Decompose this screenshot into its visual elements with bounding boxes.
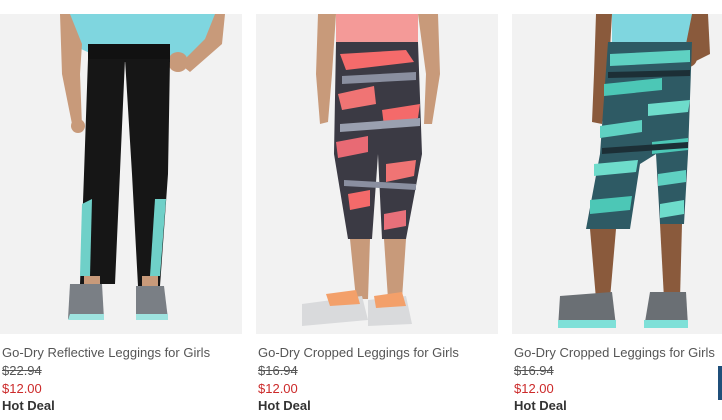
- product-title[interactable]: Go-Dry Reflective Leggings for Girls: [2, 345, 210, 360]
- product-card[interactable]: Go-Dry Cropped Leggings for Girls $16.94…: [256, 0, 498, 420]
- deal-badge: Hot Deal: [258, 398, 311, 413]
- product-image[interactable]: [256, 14, 498, 334]
- product-grid: Go-Dry Reflective Leggings for Girls $22…: [0, 0, 722, 420]
- sale-price: $12.00: [2, 381, 42, 396]
- original-price: $16.94: [514, 363, 554, 378]
- product-image[interactable]: [0, 14, 242, 334]
- original-price: $16.94: [258, 363, 298, 378]
- original-price: $22.94: [2, 363, 42, 378]
- deal-badge: Hot Deal: [514, 398, 567, 413]
- sale-price: $12.00: [258, 381, 298, 396]
- deal-badge: Hot Deal: [2, 398, 55, 413]
- product-image[interactable]: [512, 14, 722, 334]
- sale-price: $12.00: [514, 381, 554, 396]
- product-card[interactable]: Go-Dry Cropped Leggings for Girls $16.94…: [512, 0, 722, 420]
- product-title[interactable]: Go-Dry Cropped Leggings for Girls: [258, 345, 459, 360]
- product-title[interactable]: Go-Dry Cropped Leggings for Girls: [514, 345, 715, 360]
- product-card[interactable]: Go-Dry Reflective Leggings for Girls $22…: [0, 0, 242, 420]
- scrollbar-thumb[interactable]: [718, 366, 722, 400]
